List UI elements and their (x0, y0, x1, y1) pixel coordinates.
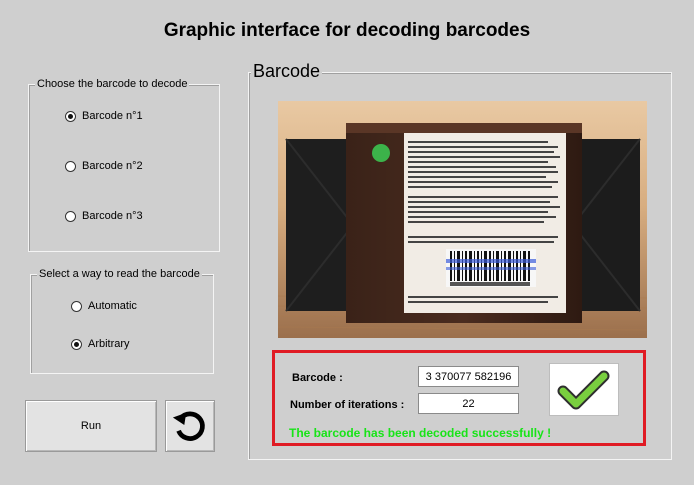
radio-indicator[interactable] (71, 300, 82, 312)
radio-indicator[interactable] (65, 210, 76, 222)
radio-arbitrary[interactable]: Arbitrary (71, 338, 130, 350)
radio-indicator[interactable] (65, 110, 76, 122)
radio-label: Barcode n°1 (82, 110, 143, 122)
app-title: Graphic interface for decoding barcodes (163, 20, 531, 41)
choose-barcode-legend: Choose the barcode to decode (35, 77, 190, 91)
radio-label: Automatic (88, 300, 137, 312)
radio-label: Arbitrary (88, 338, 130, 350)
barcode-label: Barcode : (292, 372, 343, 384)
radio-label: Barcode n°3 (82, 210, 143, 222)
reset-button[interactable] (165, 400, 215, 452)
radio-barcode-1[interactable]: Barcode n°1 (65, 110, 143, 122)
status-indicator (549, 363, 619, 416)
radio-barcode-2[interactable]: Barcode n°2 (65, 160, 143, 172)
choose-barcode-group: Choose the barcode to decode Barcode n°1… (28, 77, 220, 252)
iterations-label: Number of iterations : (290, 399, 405, 411)
checkmark-icon (557, 370, 610, 410)
success-message: The barcode has been decoded successfull… (289, 426, 552, 440)
refresh-icon (172, 411, 205, 441)
read-mode-group: Select a way to read the barcode Automat… (30, 267, 214, 374)
iterations-value-field[interactable]: 22 (418, 393, 519, 414)
barcode-panel-legend: Barcode (251, 61, 323, 81)
run-button[interactable]: Run (25, 400, 157, 452)
read-mode-legend: Select a way to read the barcode (37, 267, 202, 281)
radio-label: Barcode n°2 (82, 160, 143, 172)
result-highlight-box: Barcode : 3 370077 582196 Number of iter… (272, 350, 646, 446)
radio-barcode-3[interactable]: Barcode n°3 (65, 210, 143, 222)
radio-indicator[interactable] (71, 338, 82, 350)
package-photo (278, 101, 647, 338)
radio-indicator[interactable] (65, 160, 76, 172)
barcode-value-field[interactable]: 3 370077 582196 (418, 366, 519, 387)
radio-automatic[interactable]: Automatic (71, 300, 137, 312)
